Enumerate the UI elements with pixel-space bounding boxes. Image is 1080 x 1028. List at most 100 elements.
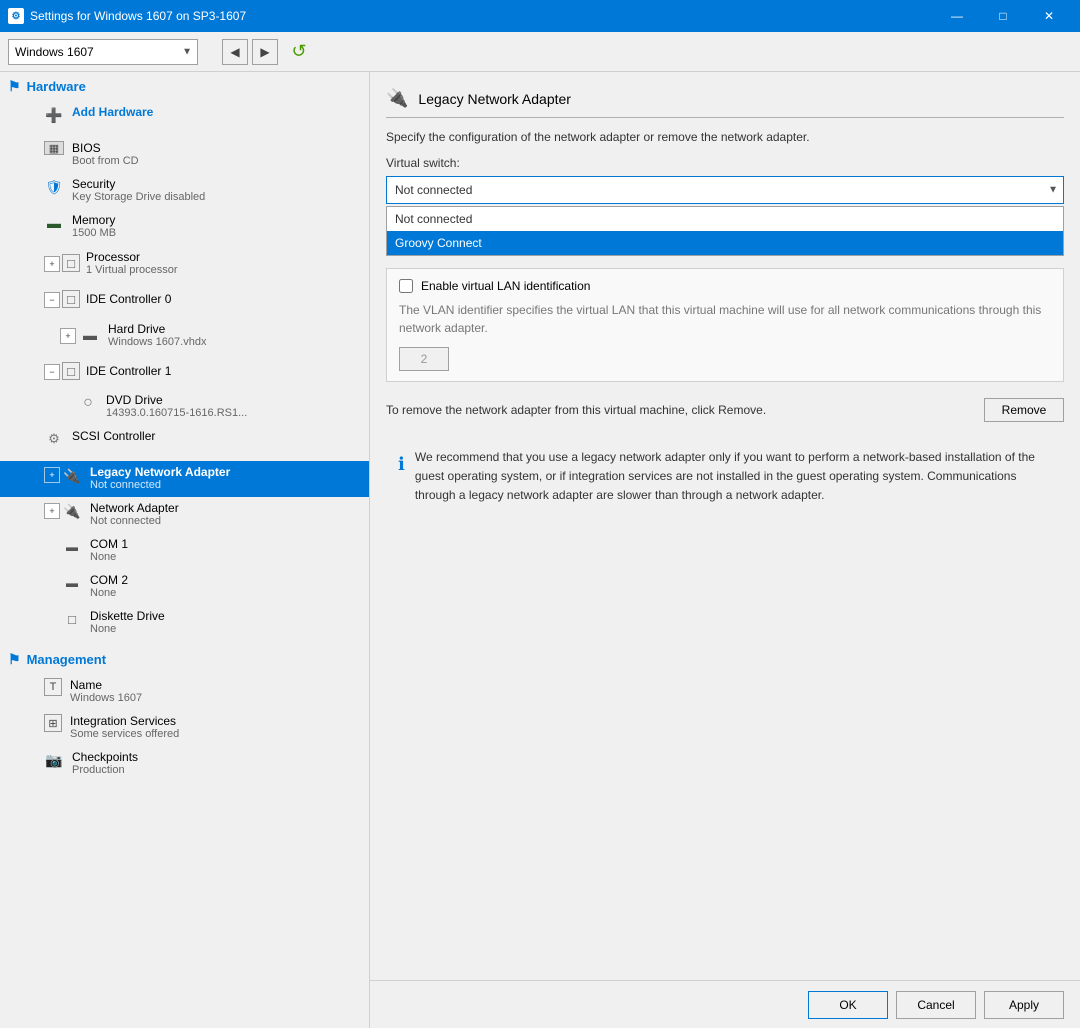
network-adapter-label: Network Adapter <box>90 501 179 515</box>
virtual-switch-container[interactable]: Not connected ▼ <box>386 176 1064 204</box>
scsi-text: SCSI Controller <box>72 429 155 443</box>
window-controls: — □ ✕ <box>934 0 1072 32</box>
cancel-button[interactable]: Cancel <box>896 991 976 1019</box>
network-adapter-sub: Not connected <box>90 515 179 527</box>
com2-text: COM 2 None <box>90 573 128 599</box>
vlan-description: The VLAN identifier specifies the virtua… <box>399 301 1051 337</box>
sidebar-item-scsi[interactable]: ⚙ SCSI Controller <box>0 425 369 461</box>
com1-icon: ▬ <box>62 537 82 557</box>
vm-selector-wrapper[interactable]: Windows 1607 ▼ <box>8 39 198 65</box>
bios-sub: Boot from CD <box>72 155 139 167</box>
sidebar-item-processor[interactable]: + □ Processor 1 Virtual processor <box>0 245 369 281</box>
sidebar-item-legacy-nic[interactable]: + 🔌 Legacy Network Adapter Not connected <box>0 461 369 497</box>
com2-label: COM 2 <box>90 573 128 587</box>
hardware-section-header: ⚑ Hardware <box>0 72 369 101</box>
panel-content: 🔌 Legacy Network Adapter Specify the con… <box>370 72 1080 980</box>
management-section-icon: ⚑ <box>8 651 21 668</box>
harddrive-expand-icon[interactable]: + <box>60 328 76 344</box>
harddrive-text: Hard Drive Windows 1607.vhdx <box>108 322 206 348</box>
processor-expand-icon[interactable]: + <box>44 256 60 272</box>
back-button[interactable]: ◀ <box>222 39 248 65</box>
processor-text: Processor 1 Virtual processor <box>86 250 178 276</box>
ide0-icon: □ <box>62 290 80 308</box>
sidebar-item-memory[interactable]: ▬ Memory 1500 MB <box>0 209 369 245</box>
integration-sub: Some services offered <box>70 728 179 740</box>
sidebar-item-add-hardware[interactable]: ➕ Add Hardware <box>0 101 369 137</box>
virtual-switch-display[interactable]: Not connected <box>386 176 1064 204</box>
ok-button[interactable]: OK <box>808 991 888 1019</box>
checkpoints-text: Checkpoints Production <box>72 750 138 776</box>
remove-section: To remove the network adapter from this … <box>386 398 1064 422</box>
sidebar-item-network-adapter[interactable]: + 🔌 Network Adapter Not connected <box>0 497 369 533</box>
sidebar-item-ide0[interactable]: − □ IDE Controller 0 <box>0 281 369 317</box>
sidebar-item-com1[interactable]: ▬ COM 1 None <box>0 533 369 569</box>
minimize-button[interactable]: — <box>934 0 980 32</box>
sidebar-item-integration[interactable]: ⊞ Integration Services Some services off… <box>0 710 369 746</box>
content-area: ⚑ Hardware ➕ Add Hardware ▦ BIOS Boot fr… <box>0 72 1080 1028</box>
enable-vlan-label[interactable]: Enable virtual LAN identification <box>421 279 590 293</box>
toolbar: Windows 1607 ▼ ◀ ▶ ↺ <box>0 32 1080 72</box>
panel-header-title: Legacy Network Adapter <box>418 91 571 107</box>
info-box: ℹ We recommend that you use a legacy net… <box>386 438 1064 516</box>
remove-button[interactable]: Remove <box>984 398 1064 422</box>
sidebar-scroll[interactable]: ⚑ Hardware ➕ Add Hardware ▦ BIOS Boot fr… <box>0 72 369 1028</box>
legacy-nic-text: Legacy Network Adapter Not connected <box>90 465 230 491</box>
ide0-text: IDE Controller 0 <box>86 292 171 306</box>
app-icon: ⚙ <box>8 8 24 24</box>
sidebar-item-bios[interactable]: ▦ BIOS Boot from CD <box>0 137 369 173</box>
com1-label: COM 1 <box>90 537 128 551</box>
vm-selector[interactable]: Windows 1607 <box>8 39 198 65</box>
memory-label: Memory <box>72 213 116 227</box>
hardware-section-icon: ⚑ <box>8 78 21 95</box>
dvd-text: DVD Drive 14393.0.160715-1616.RS1... <box>106 393 247 419</box>
description-text: Specify the configuration of the network… <box>386 130 1064 144</box>
diskette-icon: □ <box>62 609 82 629</box>
dvd-icon: ○ <box>78 393 98 413</box>
name-icon: T <box>44 678 62 696</box>
add-hardware-icon: ➕ <box>44 105 64 125</box>
add-hardware-label: Add Hardware <box>72 105 153 119</box>
integration-label: Integration Services <box>70 714 179 728</box>
processor-icon: □ <box>62 254 80 272</box>
dvd-label: DVD Drive <box>106 393 247 407</box>
close-button[interactable]: ✕ <box>1026 0 1072 32</box>
sidebar-item-name[interactable]: T Name Windows 1607 <box>0 674 369 710</box>
forward-button[interactable]: ▶ <box>252 39 278 65</box>
scsi-label: SCSI Controller <box>72 429 155 443</box>
processor-sub: 1 Virtual processor <box>86 264 178 276</box>
ide0-expand-icon[interactable]: − <box>44 292 60 308</box>
refresh-button[interactable]: ↺ <box>286 39 312 65</box>
name-sub: Windows 1607 <box>70 692 142 704</box>
bios-text: BIOS Boot from CD <box>72 141 139 167</box>
sidebar-item-diskette[interactable]: □ Diskette Drive None <box>0 605 369 641</box>
security-icon: 🛡 <box>44 177 64 197</box>
sidebar-item-dvd[interactable]: ○ DVD Drive 14393.0.160715-1616.RS1... <box>0 389 369 425</box>
maximize-button[interactable]: □ <box>980 0 1026 32</box>
sidebar: ⚑ Hardware ➕ Add Hardware ▦ BIOS Boot fr… <box>0 72 370 1028</box>
ide1-expand-icon[interactable]: − <box>44 364 60 380</box>
main-container: Windows 1607 ▼ ◀ ▶ ↺ ⚑ Hardware ➕ <box>0 32 1080 1028</box>
sidebar-item-security[interactable]: 🛡 Security Key Storage Drive disabled <box>0 173 369 209</box>
sidebar-item-checkpoints[interactable]: 📷 Checkpoints Production <box>0 746 369 782</box>
diskette-sub: None <box>90 623 165 635</box>
vlan-input[interactable] <box>399 347 449 371</box>
network-adapter-expand-icon[interactable]: + <box>44 503 60 519</box>
enable-vlan-checkbox[interactable] <box>399 279 413 293</box>
bios-label: BIOS <box>72 141 139 155</box>
apply-button[interactable]: Apply <box>984 991 1064 1019</box>
refresh-icon: ↺ <box>291 41 306 62</box>
dropdown-option-groovy-connect[interactable]: Groovy Connect <box>387 231 1063 255</box>
sidebar-item-harddrive[interactable]: + ▬ Hard Drive Windows 1607.vhdx <box>0 317 369 353</box>
info-text: We recommend that you use a legacy netwo… <box>415 448 1052 506</box>
processor-label: Processor <box>86 250 178 264</box>
add-hardware-text: Add Hardware <box>72 105 153 119</box>
security-text: Security Key Storage Drive disabled <box>72 177 205 203</box>
memory-text: Memory 1500 MB <box>72 213 116 239</box>
scsi-icon: ⚙ <box>44 429 64 449</box>
dropdown-option-not-connected[interactable]: Not connected <box>387 207 1063 231</box>
legacy-nic-expand-icon[interactable]: + <box>44 467 60 483</box>
sidebar-item-com2[interactable]: ▬ COM 2 None <box>0 569 369 605</box>
bios-icon: ▦ <box>44 141 64 155</box>
sidebar-item-ide1[interactable]: − □ IDE Controller 1 <box>0 353 369 389</box>
checkpoints-icon: 📷 <box>44 750 64 770</box>
